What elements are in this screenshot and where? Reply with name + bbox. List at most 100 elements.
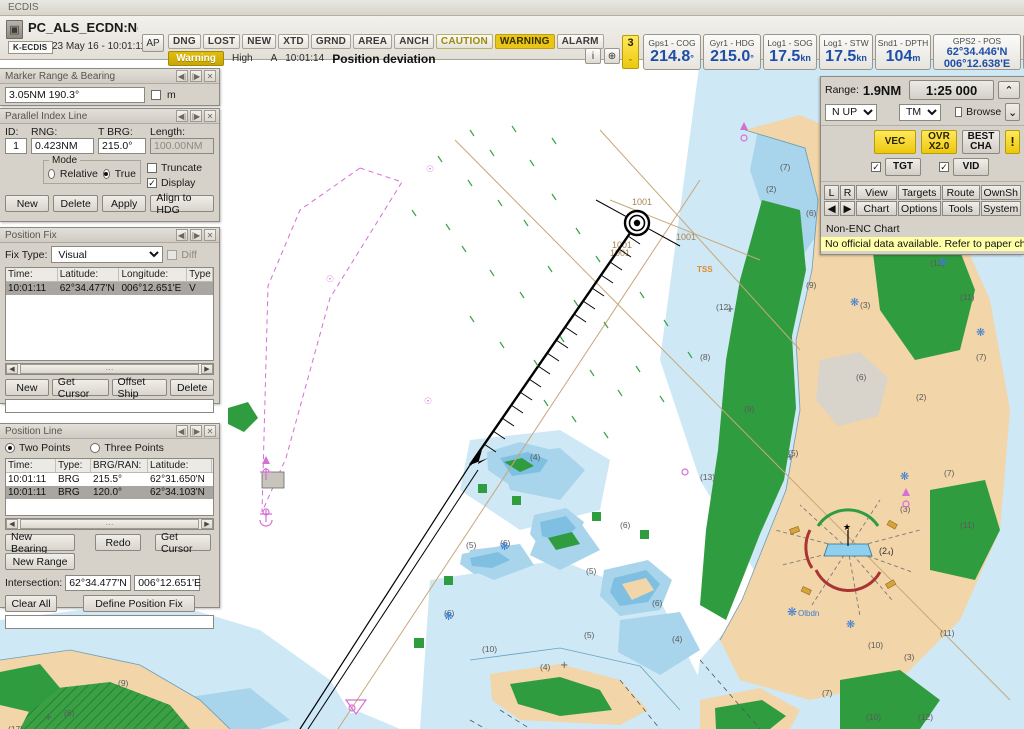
orientation-select[interactable]: N UP [825,103,877,121]
pi-tbrg-field[interactable]: 215.0° [98,138,146,154]
menu-route-button[interactable]: Route [941,185,980,200]
pi-mode-true-radio[interactable] [102,169,110,179]
define-position-fix-button[interactable]: Define Position Fix [83,595,195,612]
intersection-lon-field[interactable]: 006°12.651'E [134,575,201,591]
posfix-getcursor-button[interactable]: Get Cursor [51,376,109,400]
marker-value-field[interactable]: 3.05NM 190.3° [5,87,145,103]
menu-chart-button[interactable]: Chart [856,201,897,216]
table-row[interactable]: 10:01:11 BRG 120.0° 62°34.103'N [6,486,213,499]
chip-lost[interactable]: LOST [202,34,241,49]
tgt-checkbox[interactable]: ✓ [871,162,881,172]
readout-hdg[interactable]: Gyr1 - HDG 215.0° [703,34,761,70]
chip-grnd[interactable]: GRND [310,34,352,49]
close-icon[interactable]: ✕ [204,110,216,122]
close-icon[interactable]: ✕ [204,70,216,82]
scroll-left-icon[interactable]: ◀ [6,364,18,374]
chip-new[interactable]: NEW [242,34,277,49]
redo-button[interactable]: Redo [95,534,141,551]
scroll-thumb[interactable]: ⋯ [20,519,199,529]
marker-panel-title: Marker Range & Bearing [5,71,116,82]
left-panel-button[interactable]: L [824,185,840,200]
readout-depth[interactable]: Snd1 - DPTH 104m [875,34,931,70]
chip-area[interactable]: AREA [353,34,393,49]
new-bearing-button[interactable]: New Bearing [5,531,75,555]
targets-button[interactable]: TGT [885,158,921,176]
range-up-icon[interactable]: ⌃ [998,81,1020,99]
motion-mode-select[interactable]: TM [899,103,941,121]
vid-checkbox[interactable]: ✓ [939,162,949,172]
next-icon[interactable]: |▶ [190,229,202,241]
pi-truncate-checkbox[interactable] [147,163,157,173]
prev-icon[interactable]: ◀| [176,229,188,241]
prev-icon[interactable]: ◀| [176,425,188,437]
posfix-delete-button[interactable]: Delete [170,379,215,396]
three-points-radio[interactable] [90,443,101,453]
menu-view-button[interactable]: View [856,185,897,200]
new-range-button[interactable]: New Range [5,553,75,570]
posline-table[interactable]: Time: Type: BRG/RAN: Latitude: 10:01:11 … [5,458,214,516]
close-icon[interactable]: ✕ [204,425,216,437]
autopilot-button[interactable]: AP [142,34,164,52]
two-points-radio[interactable] [5,443,15,453]
pi-apply-button[interactable]: Apply [101,195,147,212]
pi-rng-field[interactable]: 0.423NM [31,138,94,154]
marker-meters-checkbox[interactable] [151,90,161,100]
posfix-offsetship-button[interactable]: Offset Ship [111,376,168,400]
menu-options-button[interactable]: Options [897,201,941,216]
menu-ownship-button[interactable]: OwnSh [980,185,1021,200]
menu-system-button[interactable]: System [980,201,1021,216]
table-row[interactable]: 10:01:11 BRG 215.5° 62°31.650'N [6,473,213,486]
pi-delete-button[interactable]: Delete [53,195,98,212]
chip-dng[interactable]: DNG [168,34,201,49]
pi-mode-relative-radio[interactable] [48,169,55,179]
range-down-icon[interactable]: ⌄ [1005,103,1020,121]
chip-anch[interactable]: ANCH [394,34,434,49]
best-chart-button[interactable]: BEST CHA [962,130,1000,154]
close-icon[interactable]: ✕ [204,229,216,241]
scroll-right-icon[interactable]: ▶ [201,364,213,374]
pi-new-button[interactable]: New [5,195,50,212]
alarm-info-button[interactable]: i [585,48,601,64]
scroll-right-icon[interactable]: ▶ [201,519,213,529]
page-next-icon[interactable]: ▶ [840,201,856,216]
video-button[interactable]: VID [953,158,989,176]
alarm-count-badge[interactable]: 3 ˇ [622,35,639,69]
chip-warning[interactable]: WARNING [494,34,555,49]
menu-targets-button[interactable]: Targets [897,185,941,200]
browse-checkbox[interactable] [955,107,963,117]
prev-icon[interactable]: ◀| [176,70,188,82]
right-panel-button[interactable]: R [840,185,856,200]
next-icon[interactable]: |▶ [190,425,202,437]
intersection-lat-field[interactable]: 62°34.477'N [65,575,132,591]
prev-icon[interactable]: ◀| [176,110,188,122]
menu-tools-button[interactable]: Tools [941,201,980,216]
scroll-left-icon[interactable]: ◀ [6,519,18,529]
next-icon[interactable]: |▶ [190,70,202,82]
readout-stw[interactable]: Log1 - STW 17.5kn [819,34,873,70]
posline-getcursor-button[interactable]: Get Cursor [155,531,211,555]
table-row[interactable]: 10:01:11 62°34.477'N 006°12.651'E V [6,282,213,295]
chip-caution[interactable]: CAUTION [435,34,493,49]
posfix-new-button[interactable]: New [5,379,49,396]
overscale-button[interactable]: OVR X2.0 [921,130,957,154]
scale-display[interactable]: 1:25 000 [909,80,994,100]
chip-xtd[interactable]: XTD [278,34,309,49]
page-prev-icon[interactable]: ◀ [824,201,840,216]
alarm-locate-button[interactable]: ⊕ [604,48,620,64]
pi-id-field[interactable]: 1 [5,138,27,154]
alert-indicator-button[interactable]: ! [1005,130,1020,154]
next-icon[interactable]: |▶ [190,110,202,122]
posfix-table[interactable]: Time: Latitude: Longitude: Type 10:01:11… [5,267,214,361]
readout-cog[interactable]: Gps1 - COG 214.8° [643,34,701,70]
pi-align-hdg-button[interactable]: Align to HDG [150,192,214,216]
posline-hscrollbar[interactable]: ◀ ⋯ ▶ [5,518,214,530]
readout-position[interactable]: GPS2 - POS 62°34.446'N 006°12.638'E [933,34,1021,70]
readout-sog[interactable]: Log1 - SOG 17.5kn [763,34,817,70]
clear-all-button[interactable]: Clear All [5,595,57,612]
vector-button[interactable]: VEC [874,130,916,154]
posfix-hscrollbar[interactable]: ◀ ⋯ ▶ [5,363,214,375]
pi-display-checkbox[interactable]: ✓ [147,178,157,188]
fixtype-select[interactable]: Visual [51,246,164,263]
scroll-thumb[interactable]: ⋯ [20,364,199,374]
chip-alarm[interactable]: ALARM [556,34,604,49]
